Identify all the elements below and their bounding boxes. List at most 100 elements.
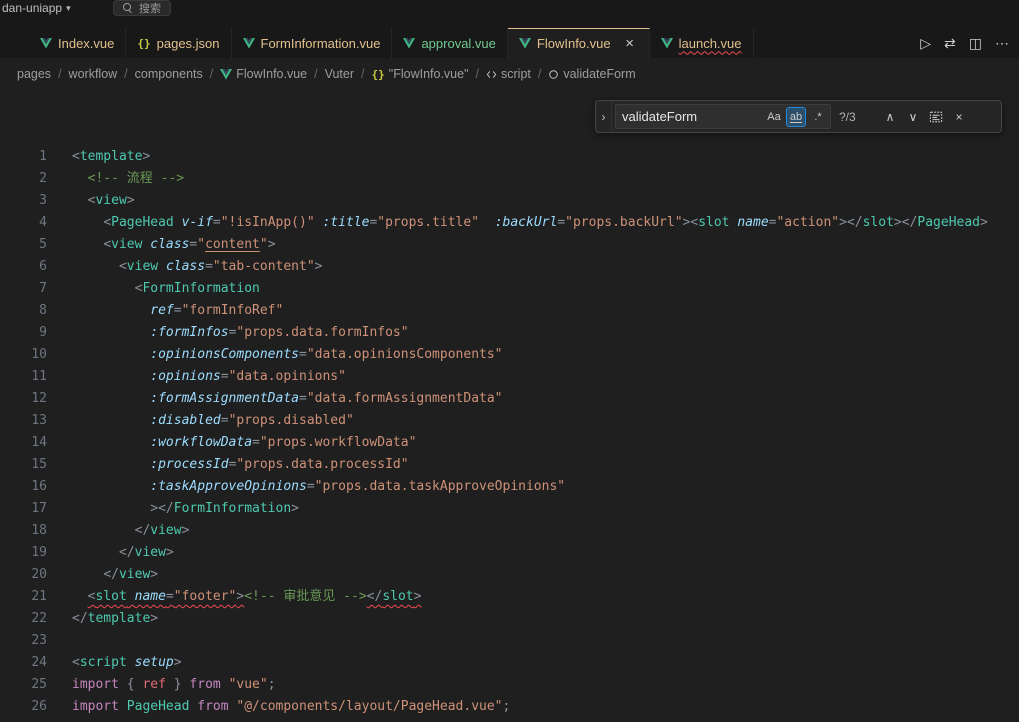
code-line-content: :processId="props.data.processId"	[72, 454, 409, 476]
vue-icon	[40, 38, 52, 49]
code-line-9: 9 :formInfos="props.data.formInfos"	[0, 322, 1019, 344]
line-number: 4	[0, 212, 47, 234]
code-line-content: </view>	[72, 520, 189, 542]
line-number: 12	[0, 388, 47, 410]
code-line-22: 22</template>	[0, 608, 1019, 630]
breadcrumb-label: components	[135, 67, 203, 81]
breadcrumb-separator: /	[476, 67, 479, 81]
find-in-selection-button[interactable]	[925, 106, 947, 128]
regex-button[interactable]: .*	[808, 107, 828, 127]
line-number: 19	[0, 542, 47, 564]
code-line-content: <FormInformation	[72, 278, 260, 300]
line-number: 17	[0, 498, 47, 520]
line-number: 24	[0, 652, 47, 674]
tab-launch-vue[interactable]: launch.vue	[650, 28, 754, 58]
line-number: 22	[0, 608, 47, 630]
vue-icon	[243, 38, 255, 49]
line-number: 2	[0, 168, 47, 190]
code-line-20: 20 </view>	[0, 564, 1019, 586]
code-line-content: </view>	[72, 564, 158, 586]
run-button[interactable]: ▷	[920, 36, 931, 50]
vue-icon	[403, 38, 415, 49]
tab-approval-vue[interactable]: approval.vue	[392, 28, 507, 58]
toggle-replace-button[interactable]: ›	[596, 101, 612, 132]
line-number: 7	[0, 278, 47, 300]
code-line-6: 6 <view class="tab-content">	[0, 256, 1019, 278]
tab-label: approval.vue	[421, 36, 495, 51]
line-number: 13	[0, 410, 47, 432]
code-line-4: 4 <PageHead v-if="!isInApp()" :title="pr…	[0, 212, 1019, 234]
next-match-button[interactable]: ∨	[902, 106, 924, 128]
code-line-11: 11 :opinions="data.opinions"	[0, 366, 1019, 388]
code-line-content: <view>	[72, 190, 135, 212]
command-center-search[interactable]: 搜索	[113, 0, 171, 16]
match-case-button[interactable]: Aa	[764, 107, 784, 127]
code-line-content: :formInfos="props.data.formInfos"	[72, 322, 409, 344]
breadcrumb-item-pages[interactable]: pages	[17, 67, 51, 81]
code-line-content: :taskApproveOpinions="props.data.taskApp…	[72, 476, 565, 498]
more-actions-button[interactable]: ⋯	[995, 36, 1009, 50]
previous-match-button[interactable]: ∧	[879, 106, 901, 128]
code-line-3: 3 <view>	[0, 190, 1019, 212]
code-area[interactable]: 1<template>2 <!-- 流程 -->3 <view>4 <PageH…	[0, 90, 1019, 718]
code-line-content: ></FormInformation>	[72, 498, 299, 520]
line-number: 23	[0, 630, 47, 652]
json-braces-icon: {}	[137, 37, 150, 50]
code-line-content: <view class="content">	[72, 234, 276, 256]
find-options: Aa ab .*	[764, 107, 828, 127]
breadcrumb-item-vuter[interactable]: Vuter	[325, 67, 354, 81]
find-widget: › validateForm Aa ab .* ?/3 ∧ ∨ ×	[595, 100, 1002, 133]
code-line-26: 26import PageHead from "@/components/lay…	[0, 696, 1019, 718]
chevron-down-icon: ▾	[66, 3, 71, 14]
code-line-19: 19 </view>	[0, 542, 1019, 564]
close-icon[interactable]: ×	[622, 36, 638, 52]
project-menu[interactable]: dan-uniapp ▾	[2, 1, 71, 15]
code-line-14: 14 :workflowData="props.workflowData"	[0, 432, 1019, 454]
vue-icon	[519, 38, 531, 49]
breadcrumb: pages/workflow/components/FlowInfo.vue/V…	[0, 58, 1019, 90]
breadcrumb-item-workflow[interactable]: workflow	[69, 67, 118, 81]
breadcrumb-item-flowinfo-vue[interactable]: FlowInfo.vue	[220, 67, 307, 81]
line-number: 10	[0, 344, 47, 366]
code-line-content: <PageHead v-if="!isInApp()" :title="prop…	[72, 212, 988, 234]
code-line-content: <!-- 流程 -->	[72, 168, 184, 190]
whole-word-button[interactable]: ab	[786, 107, 806, 127]
line-number: 20	[0, 564, 47, 586]
tab-flowinfo-vue[interactable]: FlowInfo.vue ×	[508, 28, 650, 58]
code-line-content: <view class="tab-content">	[72, 256, 322, 278]
tab-label: FlowInfo.vue	[537, 36, 611, 51]
breadcrumb-label: "FlowInfo.vue"	[389, 67, 469, 81]
open-changes-button[interactable]: ⇄	[944, 36, 956, 50]
code-line-23: 23	[0, 630, 1019, 652]
breadcrumb-item-script[interactable]: script	[486, 67, 531, 81]
breadcrumb-separator: /	[538, 67, 541, 81]
find-in-selection-icon	[929, 110, 943, 124]
breadcrumb-item-flowinfo-vue[interactable]: {}"FlowInfo.vue"	[372, 67, 469, 81]
code-line-10: 10 :opinionsComponents="data.opinionsCom…	[0, 344, 1019, 366]
code-line-content: </view>	[72, 542, 174, 564]
vscode-window: dan-uniapp ▾ 搜索 Index.vue {}pages.jsonFor…	[0, 0, 1019, 722]
close-find-button[interactable]: ×	[948, 106, 970, 128]
line-number: 1	[0, 146, 47, 168]
vue-icon	[220, 69, 232, 80]
search-label: 搜索	[139, 0, 161, 16]
tab-pages-json[interactable]: {}pages.json	[126, 28, 231, 58]
editor[interactable]: › validateForm Aa ab .* ?/3 ∧ ∨ × 1	[0, 90, 1019, 722]
find-input[interactable]: validateForm Aa ab .*	[615, 104, 831, 129]
line-number: 15	[0, 454, 47, 476]
code-line-1: 1<template>	[0, 146, 1019, 168]
find-results-count: ?/3	[839, 110, 871, 124]
split-editor-button[interactable]: ◫	[969, 36, 982, 50]
tab-label: Index.vue	[58, 36, 114, 51]
line-number: 14	[0, 432, 47, 454]
code-line-2: 2 <!-- 流程 -->	[0, 168, 1019, 190]
search-icon	[123, 3, 133, 13]
tab-forminformation-vue[interactable]: FormInformation.vue	[232, 28, 393, 58]
breadcrumb-label: script	[501, 67, 531, 81]
tab-index-vue[interactable]: Index.vue	[29, 28, 126, 58]
breadcrumb-separator: /	[361, 67, 364, 81]
breadcrumb-item-components[interactable]: components	[135, 67, 203, 81]
breadcrumb-item-validateform[interactable]: validateForm	[548, 67, 635, 81]
code-line-content: <script setup>	[72, 652, 182, 674]
code-line-content: :disabled="props.disabled"	[72, 410, 354, 432]
